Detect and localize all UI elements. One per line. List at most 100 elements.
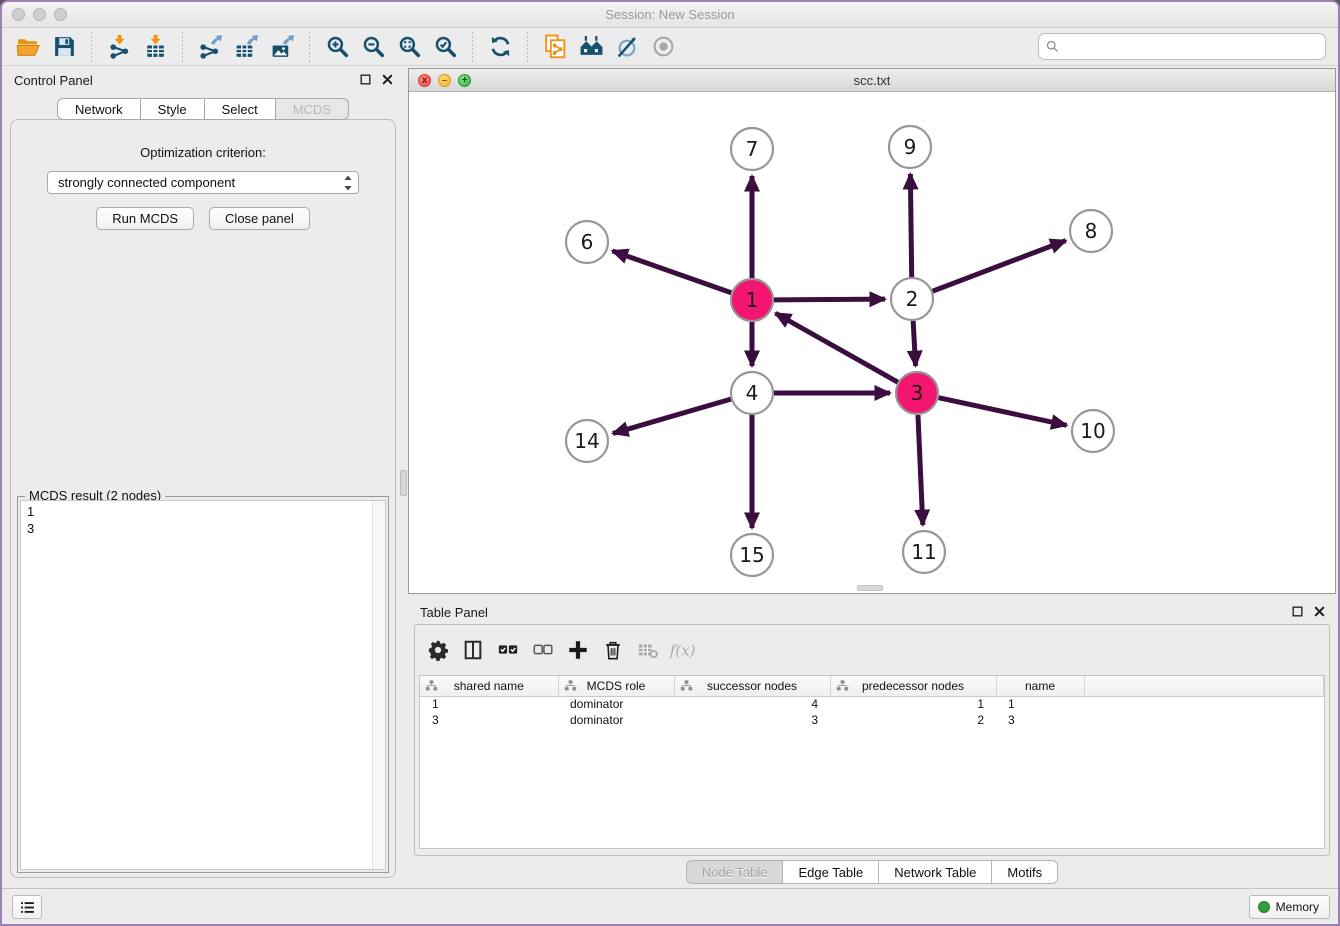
hide-graphics-details-icon[interactable] bbox=[611, 32, 643, 62]
search-box[interactable] bbox=[1038, 33, 1326, 60]
zoom-in-icon[interactable] bbox=[321, 32, 353, 62]
criterion-select[interactable]: strongly connected component bbox=[47, 171, 359, 194]
tree-icon bbox=[680, 679, 693, 692]
toolbar-separator bbox=[472, 32, 473, 62]
mcds-result-area[interactable]: 1 3 bbox=[20, 500, 386, 870]
cell[interactable]: dominator bbox=[558, 712, 674, 728]
close-panel-icon[interactable] bbox=[381, 73, 394, 86]
node-label-2: 2 bbox=[906, 287, 919, 311]
zoom-selected-icon[interactable] bbox=[429, 32, 461, 62]
column-header-name[interactable]: name bbox=[996, 676, 1084, 696]
node-label-10: 10 bbox=[1080, 419, 1105, 443]
network-graph[interactable]: 7968124314101511 bbox=[409, 92, 1335, 593]
node-label-6: 6 bbox=[581, 230, 594, 254]
run-mcds-button[interactable]: Run MCDS bbox=[96, 207, 194, 230]
table-panel-body: f(x) shared nameMCDS rolesuccessor nodes… bbox=[414, 624, 1330, 856]
search-input[interactable] bbox=[1064, 36, 1319, 58]
export-table-icon[interactable] bbox=[230, 32, 262, 62]
tree-icon bbox=[836, 679, 849, 692]
network-canvas[interactable]: 7968124314101511 bbox=[409, 92, 1335, 593]
float-table-panel-icon[interactable] bbox=[1291, 605, 1304, 618]
cell[interactable]: dominator bbox=[558, 696, 674, 712]
delete-table-icon[interactable] bbox=[633, 635, 663, 665]
clone-network-icon[interactable] bbox=[539, 32, 571, 62]
save-session-icon[interactable] bbox=[48, 32, 80, 62]
node-label-14: 14 bbox=[574, 429, 599, 453]
edge-3-1[interactable] bbox=[776, 313, 898, 382]
vertical-splitter-handle[interactable] bbox=[400, 470, 407, 496]
cell[interactable]: 3 bbox=[674, 712, 830, 728]
node-label-3: 3 bbox=[911, 381, 924, 405]
network-window: x – + scc.txt 7968124314101511 bbox=[408, 68, 1336, 594]
cell[interactable]: 4 bbox=[674, 696, 830, 712]
gear-icon[interactable] bbox=[423, 635, 453, 665]
mcds-panel: Optimization criterion: strongly connect… bbox=[10, 119, 396, 878]
close-panel-button[interactable]: Close panel bbox=[209, 207, 310, 230]
memory-label: Memory bbox=[1276, 900, 1319, 914]
export-network-icon[interactable] bbox=[194, 32, 226, 62]
mcds-result-text: 1 3 bbox=[21, 501, 385, 539]
table-row[interactable]: 1dominator411 bbox=[420, 696, 1324, 712]
column-header-predecessor-nodes[interactable]: predecessor nodes bbox=[830, 676, 996, 696]
import-table-icon[interactable] bbox=[139, 32, 171, 62]
cell[interactable]: 1 bbox=[420, 696, 558, 712]
tab-motifs[interactable]: Motifs bbox=[992, 860, 1058, 884]
edge-2-8[interactable] bbox=[933, 241, 1066, 292]
edge-1-6[interactable] bbox=[612, 251, 731, 293]
delete-column-icon[interactable] bbox=[598, 635, 628, 665]
tab-node-table[interactable]: Node Table bbox=[686, 860, 784, 884]
memory-button[interactable]: Memory bbox=[1249, 895, 1330, 919]
node-table[interactable]: shared nameMCDS rolesuccessor nodesprede… bbox=[419, 675, 1325, 849]
edge-3-11[interactable] bbox=[918, 415, 923, 525]
app-window: Session: New Session Control Panel Netwo… bbox=[0, 0, 1340, 926]
node-label-8: 8 bbox=[1085, 219, 1098, 243]
result-scrollbar[interactable] bbox=[372, 501, 385, 869]
cell[interactable]: 1 bbox=[830, 696, 996, 712]
columns-icon[interactable] bbox=[458, 635, 488, 665]
column-header-successor-nodes[interactable]: successor nodes bbox=[674, 676, 830, 696]
zoom-fit-icon[interactable] bbox=[393, 32, 425, 62]
optimization-criterion-label: Optimization criterion: bbox=[11, 145, 395, 160]
edge-3-10[interactable] bbox=[939, 398, 1067, 426]
horizontal-splitter-handle[interactable] bbox=[857, 585, 883, 591]
task-list-icon[interactable] bbox=[12, 895, 42, 919]
table-panel-title: Table Panel bbox=[420, 605, 488, 620]
cell[interactable]: 3 bbox=[996, 712, 1084, 728]
edge-1-2[interactable] bbox=[774, 299, 885, 300]
open-session-icon[interactable] bbox=[12, 32, 44, 62]
zoom-out-icon[interactable] bbox=[357, 32, 389, 62]
tab-mcds[interactable]: MCDS bbox=[276, 98, 349, 120]
import-network-icon[interactable] bbox=[103, 32, 135, 62]
tab-network[interactable]: Network bbox=[57, 98, 141, 120]
eye-icon[interactable] bbox=[647, 32, 679, 62]
edge-2-3[interactable] bbox=[913, 321, 915, 366]
deselect-all-icon[interactable] bbox=[528, 635, 558, 665]
table-row[interactable]: 3dominator323 bbox=[420, 712, 1324, 728]
add-column-icon[interactable] bbox=[563, 635, 593, 665]
close-table-panel-icon[interactable] bbox=[1313, 605, 1326, 618]
tab-style[interactable]: Style bbox=[141, 98, 205, 120]
tab-edge-table[interactable]: Edge Table bbox=[783, 860, 879, 884]
houses-icon[interactable] bbox=[575, 32, 607, 62]
tab-network-table[interactable]: Network Table bbox=[879, 860, 992, 884]
tab-select[interactable]: Select bbox=[205, 98, 276, 120]
edge-4-14[interactable] bbox=[613, 399, 731, 433]
network-window-titlebar[interactable]: x – + scc.txt bbox=[409, 69, 1335, 92]
column-header-MCDS-role[interactable]: MCDS role bbox=[558, 676, 674, 696]
export-image-icon[interactable] bbox=[266, 32, 298, 62]
select-all-icon[interactable] bbox=[493, 635, 523, 665]
title-bar: Session: New Session bbox=[2, 2, 1338, 28]
node-label-9: 9 bbox=[904, 135, 917, 159]
cell-filler bbox=[1084, 696, 1324, 712]
control-panel-title: Control Panel bbox=[14, 73, 93, 88]
cell[interactable]: 2 bbox=[830, 712, 996, 728]
toolbar-separator bbox=[182, 32, 183, 62]
column-header-shared-name[interactable]: shared name bbox=[420, 676, 558, 696]
table-panel: Table Panel f(x) shared nameMCDS rolesuc… bbox=[408, 598, 1336, 888]
edge-2-9[interactable] bbox=[910, 174, 911, 277]
function-builder-icon[interactable]: f(x) bbox=[668, 635, 698, 665]
float-panel-icon[interactable] bbox=[359, 73, 372, 86]
cell[interactable]: 3 bbox=[420, 712, 558, 728]
cell[interactable]: 1 bbox=[996, 696, 1084, 712]
refresh-layout-icon[interactable] bbox=[484, 32, 516, 62]
